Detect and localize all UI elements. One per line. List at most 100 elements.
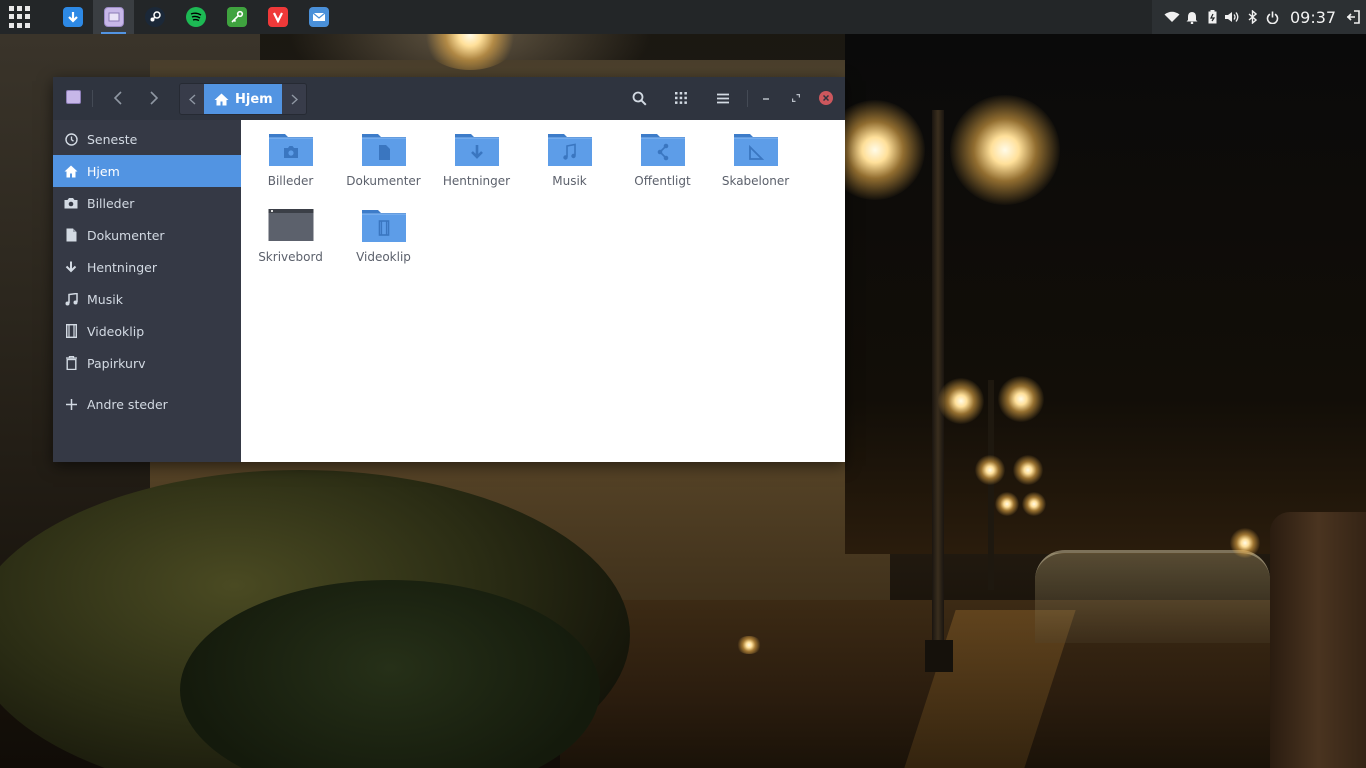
headerbar-separator — [747, 90, 748, 107]
home-icon — [214, 93, 229, 105]
view-mode-button[interactable] — [672, 89, 690, 107]
wallpaper-fence — [1035, 550, 1270, 643]
file-manager-window: Hjem Seneste Hjem Billeder Dokumenter He… — [53, 77, 845, 462]
steam-icon — [144, 7, 165, 27]
headerbar-separator — [92, 90, 93, 107]
sidebar-item-home[interactable]: Hjem — [53, 155, 241, 187]
trash-icon — [64, 356, 78, 370]
chevron-right-icon — [291, 93, 298, 105]
path-scroll-right-button[interactable] — [282, 84, 306, 114]
battery-icon[interactable] — [1202, 9, 1222, 25]
home-icon — [64, 164, 78, 178]
maximize-icon — [792, 94, 800, 102]
sidebar-item-downloads[interactable]: Hentninger — [53, 251, 241, 283]
file-item-music[interactable]: Musik — [523, 131, 616, 188]
wallpaper-barrel — [1270, 512, 1366, 768]
path-button-home[interactable]: Hjem — [204, 84, 282, 114]
sidebar-item-videos[interactable]: Videoklip — [53, 315, 241, 347]
file-manager-icon — [103, 7, 124, 27]
download-icon — [64, 260, 78, 274]
system-tray: 09:37 — [1152, 0, 1366, 34]
wallpaper-lamp-base — [925, 640, 953, 672]
path-button-label: Hjem — [235, 91, 273, 107]
places-sidebar: Seneste Hjem Billeder Dokumenter Hentnin… — [53, 120, 241, 462]
hamburger-menu-icon — [717, 93, 729, 103]
file-item-videos[interactable]: Videoklip — [337, 207, 430, 264]
chevron-right-icon — [149, 91, 158, 105]
sidebar-item-recent[interactable]: Seneste — [53, 123, 241, 155]
grid-view-icon — [675, 92, 687, 104]
search-button[interactable] — [630, 89, 648, 107]
dock-item-password-manager[interactable] — [216, 0, 257, 34]
dock-item-mail[interactable] — [298, 0, 339, 34]
logout-icon[interactable] — [1346, 9, 1360, 24]
sidebar-item-music[interactable]: Musik — [53, 283, 241, 315]
file-icon-view[interactable]: Billeder Dokumenter Hentninger Musik Off… — [241, 120, 845, 462]
sidebar-item-trash[interactable]: Papirkurv — [53, 347, 241, 379]
download-arrow-icon — [62, 7, 83, 27]
file-item-documents[interactable]: Dokumenter — [337, 131, 430, 188]
wallpaper-lamp-glow — [1013, 455, 1043, 485]
dock-item-vivaldi[interactable] — [257, 0, 298, 34]
wallpaper-lamp-glow — [950, 95, 1060, 205]
wallpaper-lamp-glow — [998, 376, 1044, 422]
chevron-left-icon — [113, 91, 122, 105]
close-icon — [819, 91, 833, 105]
power-icon[interactable] — [1262, 9, 1282, 25]
window-headerbar[interactable]: Hjem — [53, 77, 845, 121]
dock-item-files[interactable] — [93, 0, 134, 34]
folder-publicshare-icon — [640, 134, 685, 166]
minimize-button[interactable] — [759, 91, 773, 105]
film-icon — [64, 324, 78, 338]
envelope-icon — [308, 7, 329, 27]
path-bar: Hjem — [179, 83, 307, 115]
recent-clock-icon — [64, 132, 78, 146]
wallpaper-lamp-glow — [938, 378, 984, 424]
menu-button[interactable] — [714, 89, 732, 107]
folder-videos-icon — [361, 210, 406, 242]
file-item-downloads[interactable]: Hentninger — [430, 131, 523, 188]
file-manager-icon — [66, 90, 81, 104]
dock-item-spotify[interactable] — [175, 0, 216, 34]
file-item-pictures[interactable]: Billeder — [244, 131, 337, 188]
wallpaper-lamp-glow — [1022, 492, 1046, 516]
sidebar-item-pictures[interactable]: Billeder — [53, 187, 241, 219]
dock-item-downloader[interactable] — [52, 0, 93, 34]
chevron-left-icon — [188, 93, 195, 105]
folder-download-icon — [454, 134, 499, 166]
document-icon — [64, 228, 78, 242]
bluetooth-icon[interactable] — [1242, 9, 1262, 25]
path-scroll-left-button[interactable] — [180, 84, 204, 114]
vivaldi-icon — [267, 7, 288, 27]
file-item-templates[interactable]: Skabeloner — [709, 131, 802, 188]
dock — [52, 0, 339, 34]
folder-documents-icon — [361, 134, 406, 166]
wallpaper-lamp-glow — [995, 492, 1019, 516]
wifi-icon[interactable] — [1162, 9, 1182, 25]
wallpaper-night-sky — [845, 34, 1366, 554]
applications-grid-icon[interactable] — [9, 6, 31, 28]
wallpaper-ground-light — [736, 636, 762, 654]
wallpaper-lamp-glow — [975, 455, 1005, 485]
top-panel: 09:37 — [0, 0, 1366, 34]
maximize-button[interactable] — [789, 91, 803, 105]
sidebar-item-documents[interactable]: Dokumenter — [53, 219, 241, 251]
wallpaper-lamp-glow — [1230, 528, 1260, 558]
folder-desktop-icon — [268, 209, 313, 241]
music-note-icon — [64, 292, 78, 306]
forward-button[interactable] — [143, 88, 163, 108]
wallpaper-lamp-post-far — [988, 380, 994, 590]
plus-icon — [64, 397, 78, 411]
volume-icon[interactable] — [1222, 9, 1242, 25]
dock-item-steam[interactable] — [134, 0, 175, 34]
back-button[interactable] — [108, 88, 128, 108]
notification-bell-icon[interactable] — [1182, 9, 1202, 25]
sidebar-item-other-locations[interactable]: Andre steder — [53, 388, 241, 420]
close-button[interactable] — [819, 91, 833, 105]
file-item-desktop[interactable]: Skrivebord — [244, 207, 337, 264]
minimize-icon — [763, 98, 769, 100]
file-item-public[interactable]: Offentligt — [616, 131, 709, 188]
spotify-icon — [185, 7, 206, 27]
folder-music-icon — [547, 134, 592, 166]
panel-clock[interactable]: 09:37 — [1290, 8, 1336, 27]
